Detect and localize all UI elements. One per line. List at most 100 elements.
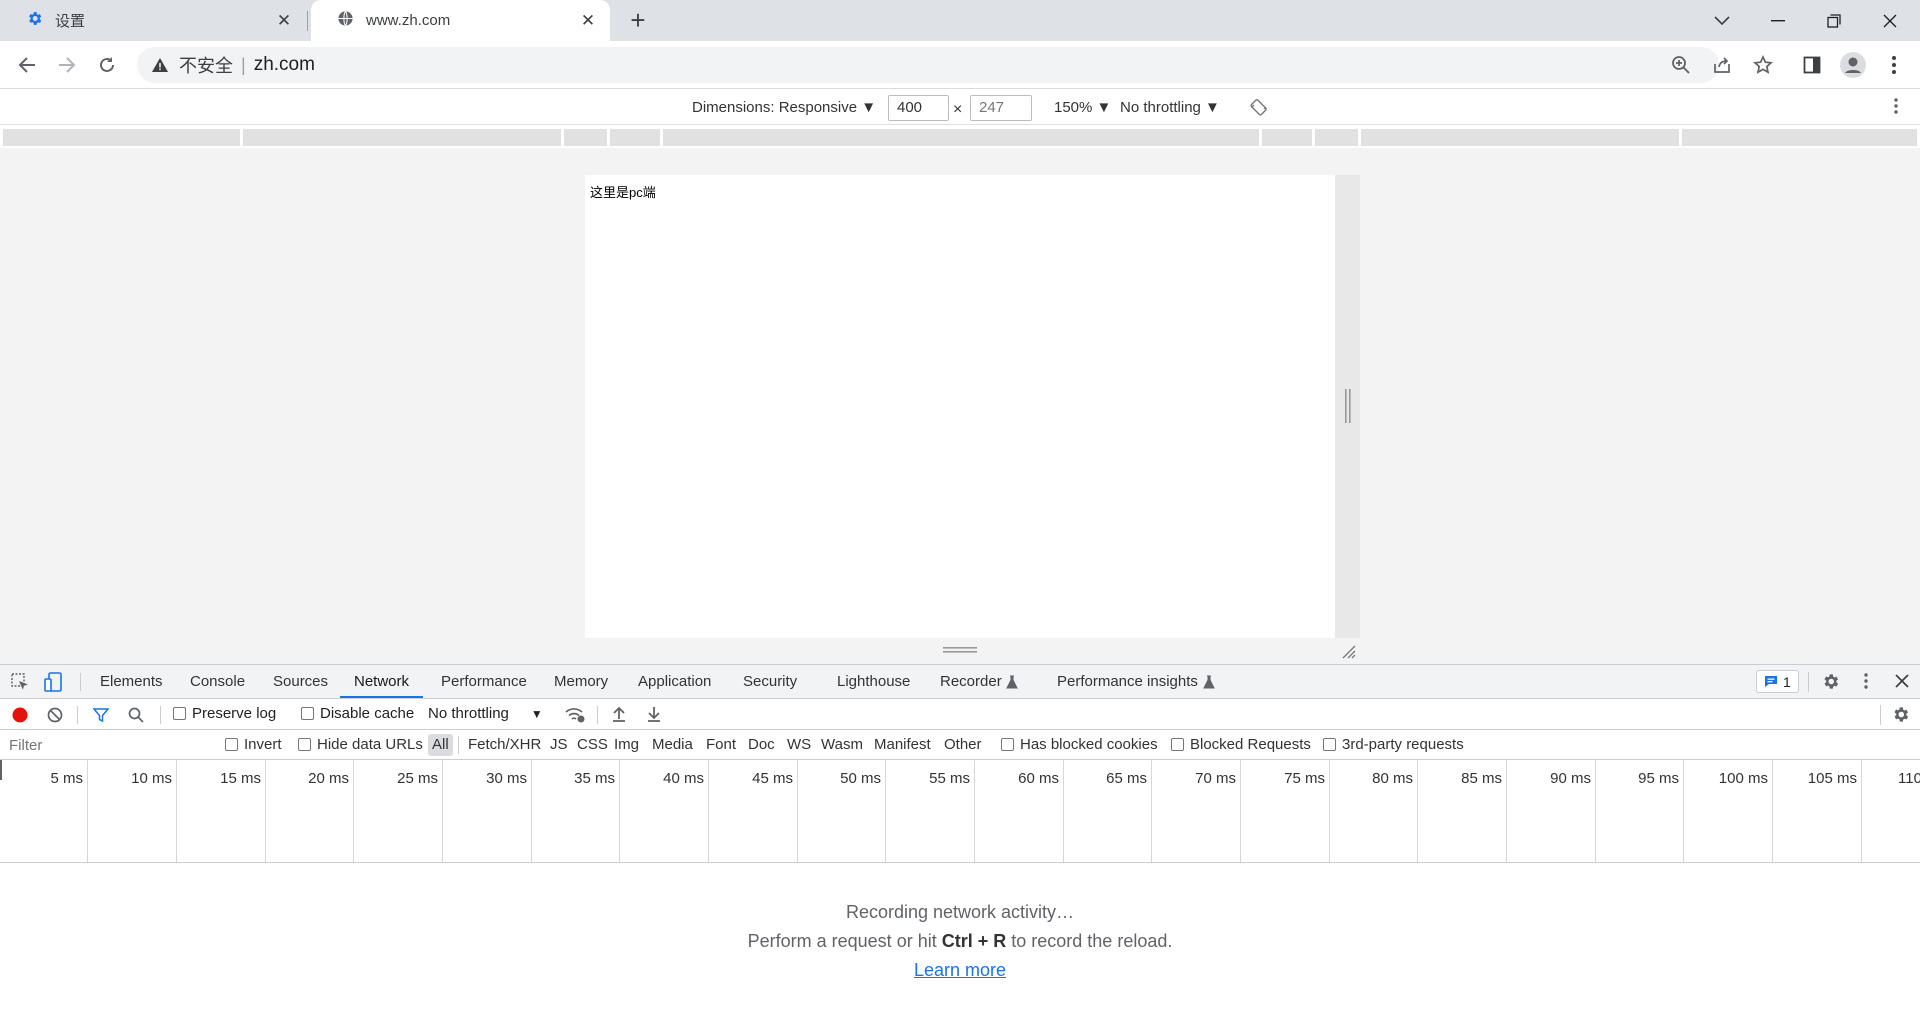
tab-application[interactable]: Application	[638, 665, 711, 698]
dimensions-dropdown[interactable]: Dimensions: Responsive ▼	[692, 96, 876, 120]
timeline-tick: 110	[1898, 770, 1920, 787]
type-filter-img[interactable]: Img	[614, 736, 639, 754]
media-query-segment[interactable]	[243, 129, 561, 146]
reload-icon[interactable]	[91, 49, 123, 81]
type-filter-font[interactable]: Font	[706, 736, 736, 754]
tab-sources[interactable]: Sources	[273, 665, 328, 698]
height-input[interactable]: 247	[970, 95, 1032, 121]
tab-search-chevron-icon[interactable]	[1694, 0, 1750, 41]
type-filter-fetch-xhr[interactable]: Fetch/XHR	[468, 736, 541, 754]
type-filter-manifest[interactable]: Manifest	[874, 736, 931, 754]
timeline-tick: 10 ms	[89, 760, 177, 862]
close-tab-icon[interactable]: ✕	[578, 11, 598, 31]
checkbox-box[interactable]	[298, 738, 311, 751]
preserve-log-checkbox[interactable]: Preserve log	[173, 705, 276, 723]
tab-lighthouse[interactable]: Lighthouse	[837, 665, 910, 698]
url-text[interactable]: zh.com	[254, 54, 315, 76]
media-query-segment[interactable]	[663, 129, 1259, 146]
media-query-segment[interactable]	[1361, 129, 1679, 146]
media-query-segment[interactable]	[1682, 129, 1917, 146]
close-tab-icon[interactable]: ✕	[274, 11, 294, 31]
has-blocked-cookies-checkbox[interactable]: Has blocked cookies	[1001, 736, 1158, 754]
checkbox-box[interactable]	[1171, 738, 1184, 751]
tab-elements[interactable]: Elements	[100, 665, 163, 698]
network-timeline-overview[interactable]: 5 ms 10 ms 15 ms 20 ms 25 ms 30 ms 35 ms…	[0, 760, 1920, 863]
security-label[interactable]: 不安全	[179, 52, 233, 78]
checkbox-box[interactable]	[225, 738, 238, 751]
rotate-icon[interactable]	[1250, 98, 1268, 120]
network-conditions-icon[interactable]	[564, 706, 586, 728]
warning-icon[interactable]	[151, 56, 169, 74]
tab-memory[interactable]: Memory	[554, 665, 608, 698]
disable-cache-checkbox[interactable]: Disable cache	[301, 705, 414, 723]
side-panel-icon[interactable]	[1796, 49, 1828, 81]
type-filter-media[interactable]: Media	[652, 736, 693, 754]
network-settings-icon[interactable]	[1891, 705, 1910, 728]
type-filter-css[interactable]: CSS	[577, 736, 608, 754]
media-query-segment[interactable]	[564, 129, 607, 146]
type-filter-wasm[interactable]: Wasm	[821, 736, 863, 754]
hide-data-urls-checkbox[interactable]: Hide data URLs	[298, 736, 423, 754]
profile-avatar-icon[interactable]	[1837, 49, 1869, 81]
width-input[interactable]: 400	[888, 95, 949, 121]
clear-icon[interactable]	[47, 707, 63, 727]
tab-console[interactable]: Console	[190, 665, 245, 698]
type-filter-ws[interactable]: WS	[787, 736, 811, 754]
issues-badge[interactable]: 1	[1756, 670, 1799, 693]
devtools-settings-icon[interactable]	[1821, 672, 1840, 695]
type-filter-other[interactable]: Other	[944, 736, 982, 754]
checkbox-box[interactable]	[301, 707, 314, 720]
restore-icon[interactable]	[1806, 0, 1862, 41]
tab-security[interactable]: Security	[743, 665, 797, 698]
minimize-icon[interactable]	[1750, 0, 1806, 41]
filter-input[interactable]	[2, 734, 210, 756]
learn-more-link[interactable]: Learn more	[0, 960, 1920, 981]
tab-performance[interactable]: Performance	[441, 665, 527, 698]
share-icon[interactable]	[1706, 49, 1738, 81]
search-icon[interactable]	[128, 707, 144, 727]
new-tab-button[interactable]: +	[624, 7, 652, 35]
close-window-icon[interactable]	[1862, 0, 1918, 41]
resize-handle-bottom[interactable]	[585, 638, 1335, 664]
zoom-dropdown[interactable]: 150% ▼	[1054, 96, 1111, 120]
blocked-requests-checkbox[interactable]: Blocked Requests	[1171, 736, 1311, 754]
tab-recorder[interactable]: Recorder	[940, 665, 1002, 698]
filter-icon[interactable]	[92, 707, 110, 727]
checkbox-box[interactable]	[1323, 738, 1336, 751]
chrome-menu-icon[interactable]	[1878, 49, 1910, 81]
devtools-close-icon[interactable]	[1895, 674, 1909, 692]
forward-arrow-icon[interactable]	[51, 49, 83, 81]
type-filter-js[interactable]: JS	[550, 736, 568, 754]
record-icon[interactable]	[12, 707, 28, 727]
devtools-more-icon[interactable]	[1864, 673, 1868, 693]
inspect-element-icon[interactable]	[11, 673, 29, 695]
type-filter-all[interactable]: All	[428, 734, 453, 756]
network-throttling-dropdown[interactable]: No throttling ▼	[428, 705, 543, 723]
media-query-segment[interactable]	[610, 129, 660, 146]
bookmark-star-icon[interactable]	[1747, 49, 1779, 81]
import-har-icon[interactable]	[612, 706, 626, 726]
third-party-checkbox[interactable]: 3rd-party requests	[1323, 736, 1464, 754]
zoom-icon[interactable]	[1665, 49, 1697, 81]
resize-corner-icon[interactable]	[1340, 643, 1356, 663]
media-query-segment[interactable]	[1262, 129, 1312, 146]
checkbox-box[interactable]	[173, 707, 186, 720]
throttling-dropdown[interactable]: No throttling ▼	[1120, 96, 1220, 120]
resize-handle-right[interactable]	[1335, 175, 1360, 638]
device-toggle-icon[interactable]	[44, 672, 64, 696]
tab-network[interactable]: Network	[340, 665, 424, 698]
device-more-icon[interactable]	[1894, 98, 1898, 118]
device-screen[interactable]: 这里是pc端	[585, 175, 1335, 638]
tab-zh-com[interactable]: www.zh.com ✕	[311, 0, 610, 41]
back-arrow-icon[interactable]	[11, 49, 43, 81]
tab-settings[interactable]: 设置 ✕	[0, 0, 306, 41]
checkbox-box[interactable]	[1001, 738, 1014, 751]
invert-checkbox[interactable]: Invert	[225, 736, 282, 754]
address-bar[interactable]: 不安全 | zh.com	[137, 47, 1719, 83]
timeline-tick: 30 ms	[444, 760, 532, 862]
type-filter-doc[interactable]: Doc	[748, 736, 775, 754]
export-har-icon[interactable]	[647, 706, 661, 726]
media-query-segment[interactable]	[3, 129, 240, 146]
media-query-segment[interactable]	[1315, 129, 1358, 146]
tab-performance-insights[interactable]: Performance insights	[1057, 665, 1198, 698]
